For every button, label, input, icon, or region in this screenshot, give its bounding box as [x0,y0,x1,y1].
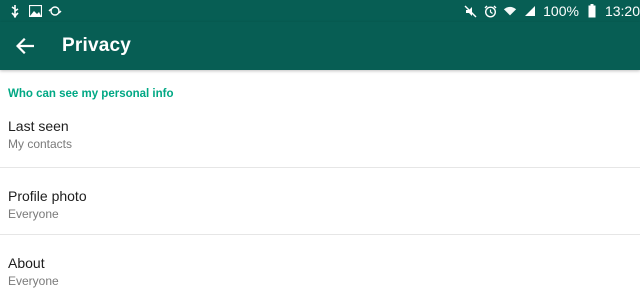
privacy-settings-list: Who can see my personal info Last seen M… [0,70,640,302]
status-bar-right: 100% 13:20 [463,0,640,22]
battery-icon [585,4,599,18]
alarm-icon [483,4,497,18]
status-bar-left [8,0,62,22]
battery-percent: 100% [543,3,579,19]
setting-title: Last seen [8,118,69,134]
setting-last-seen[interactable]: Last seen My contacts [0,100,640,168]
mute-icon [463,4,477,18]
image-icon [28,4,42,18]
status-bar: 100% 13:20 [0,0,640,22]
setting-about[interactable]: About Everyone [0,235,640,302]
setting-title: Profile photo [8,188,87,204]
usb-icon [8,4,22,18]
setting-value: Everyone [8,207,59,221]
sync-icon [48,4,62,18]
status-time: 13:20 [604,3,640,19]
setting-title: About [8,255,45,271]
setting-profile-photo[interactable]: Profile photo Everyone [0,168,640,235]
page-title: Privacy [62,35,132,56]
signal-icon [523,4,537,18]
back-button[interactable] [0,26,40,66]
arrow-back-icon [16,38,34,54]
app-bar: Privacy [0,22,640,70]
wifi-icon [503,4,517,18]
setting-value: My contacts [8,137,73,151]
setting-value: Everyone [8,274,59,288]
section-header: Who can see my personal info [8,88,174,100]
